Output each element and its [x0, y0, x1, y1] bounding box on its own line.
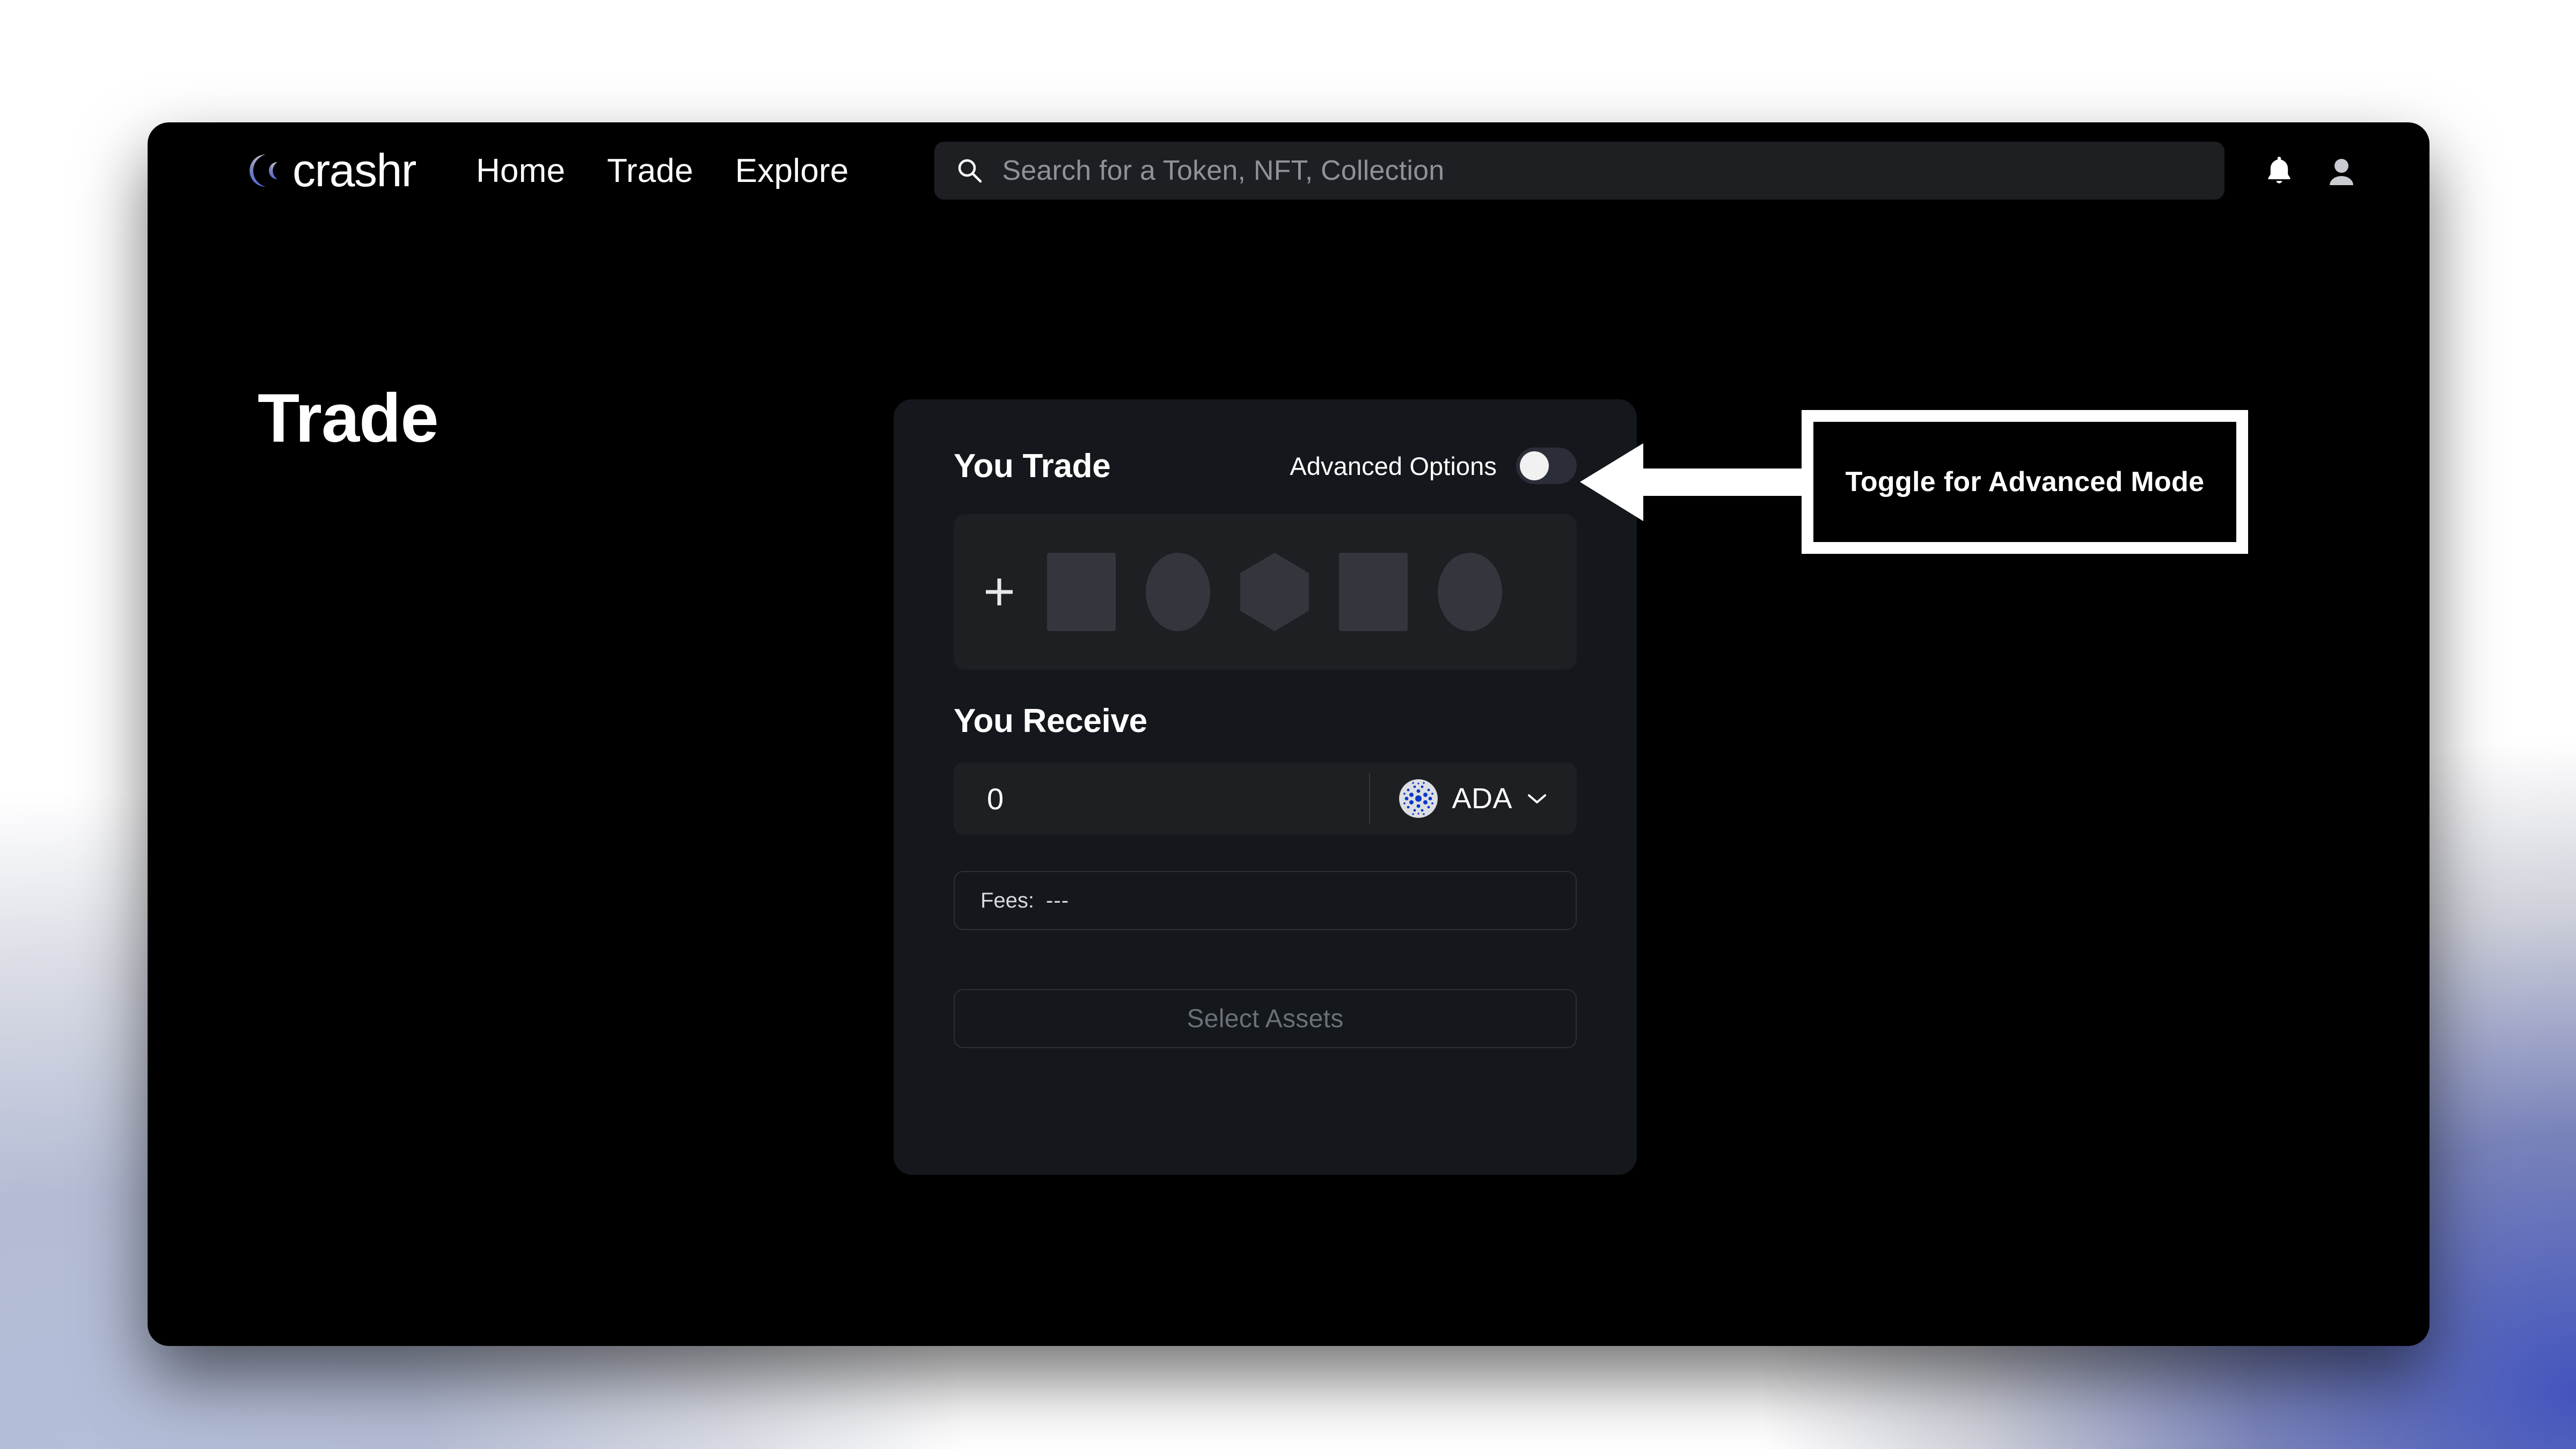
- you-receive-label: You Receive: [954, 702, 1147, 740]
- cardano-ada-icon: [1399, 779, 1438, 818]
- asset-selection-tray[interactable]: [954, 514, 1577, 670]
- trade-card: You Trade Advanced Options You Receive 0…: [894, 399, 1637, 1175]
- chevron-down-icon: [1526, 792, 1548, 805]
- receive-row: 0 ADA: [954, 763, 1577, 835]
- bell-icon[interactable]: [2265, 155, 2293, 186]
- nav-link-trade[interactable]: Trade: [607, 152, 693, 190]
- token-symbol: ADA: [1452, 782, 1512, 815]
- top-navigation-bar: crashr Home Trade Explore Search for a T…: [148, 122, 2429, 219]
- asset-placeholder-square: [1047, 553, 1116, 631]
- user-avatar-icon[interactable]: [2326, 156, 2357, 186]
- select-assets-label: Select Assets: [1187, 1004, 1344, 1033]
- brand-name: crashr: [292, 145, 416, 196]
- asset-placeholder-hexagon: [1240, 553, 1309, 631]
- app-window: crashr Home Trade Explore Search for a T…: [148, 122, 2429, 1346]
- nav-link-home[interactable]: Home: [476, 152, 565, 190]
- token-selector[interactable]: ADA: [1370, 779, 1577, 818]
- search-placeholder: Search for a Token, NFT, Collection: [1002, 155, 1445, 186]
- page-title: Trade: [258, 380, 438, 457]
- receive-amount-input[interactable]: 0: [954, 781, 1369, 816]
- asset-placeholder-square: [1339, 553, 1408, 631]
- fees-value: ---: [1046, 888, 1070, 912]
- search-input[interactable]: Search for a Token, NFT, Collection: [934, 142, 2225, 200]
- nav-right-actions: [2265, 155, 2376, 186]
- asset-placeholder-circle: [1146, 553, 1210, 631]
- plus-icon[interactable]: [982, 574, 1017, 610]
- desktop-background: crashr Home Trade Explore Search for a T…: [0, 0, 2576, 1449]
- search-icon: [956, 157, 984, 185]
- select-assets-button[interactable]: Select Assets: [954, 989, 1577, 1048]
- crashr-wave-logo-icon: [230, 145, 285, 196]
- brand-logo[interactable]: crashr: [230, 145, 416, 196]
- toggle-knob: [1520, 451, 1549, 480]
- asset-placeholder-circle: [1438, 553, 1502, 631]
- advanced-options-toggle[interactable]: [1516, 448, 1577, 484]
- trade-card-header: You Trade Advanced Options: [954, 441, 1577, 491]
- advanced-options-control: Advanced Options: [1290, 448, 1577, 484]
- nav-link-explore[interactable]: Explore: [735, 152, 849, 190]
- nav-links: Home Trade Explore: [476, 152, 848, 190]
- fees-row: Fees: ---: [954, 871, 1577, 930]
- fees-label: Fees:: [980, 888, 1035, 912]
- you-trade-label: You Trade: [954, 447, 1111, 485]
- advanced-options-label: Advanced Options: [1290, 451, 1497, 480]
